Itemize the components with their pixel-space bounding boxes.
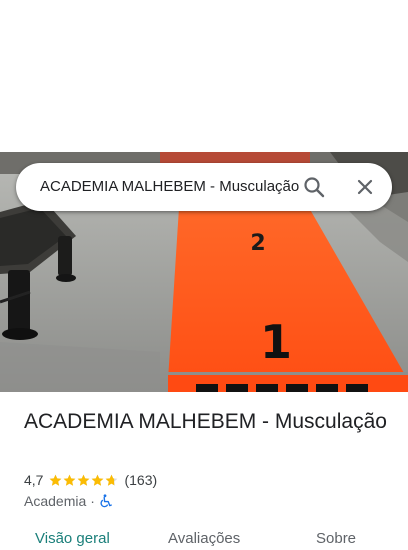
search-input[interactable]: ACADEMIA MALHEBEM - Musculação xyxy=(40,163,304,211)
floor-number-2: 2 xyxy=(250,231,265,256)
floor-number-1: 1 xyxy=(260,315,292,369)
tab-reviews[interactable]: Avaliações xyxy=(168,530,240,547)
rating-value: 4,7 xyxy=(24,472,44,488)
category-row: Academia · xyxy=(24,492,113,510)
search-icon xyxy=(304,177,325,198)
review-count[interactable]: (163) xyxy=(124,472,157,488)
tab-overview[interactable]: Visão geral xyxy=(35,530,110,547)
rating-stars xyxy=(49,474,119,487)
search-button[interactable] xyxy=(298,171,330,203)
separator-dot: · xyxy=(90,493,95,509)
rating-row[interactable]: 4,7 (163) xyxy=(24,471,157,489)
search-bar[interactable]: ACADEMIA MALHEBEM - Musculação xyxy=(16,163,392,211)
place-category[interactable]: Academia xyxy=(24,493,86,509)
star-icon xyxy=(64,474,76,486)
close-icon xyxy=(357,179,373,195)
tab-about[interactable]: Sobre xyxy=(316,530,356,547)
tab-bar: Visão geral Avaliações Sobre xyxy=(0,530,408,550)
wheelchair-icon xyxy=(100,494,112,508)
close-button[interactable] xyxy=(349,171,381,203)
star-icon xyxy=(50,474,62,486)
star-icon xyxy=(78,474,90,486)
map-area[interactable] xyxy=(0,0,408,152)
star-icon xyxy=(106,474,118,486)
star-icon xyxy=(92,474,104,486)
place-title: ACADEMIA MALHEBEM - Musculação xyxy=(24,410,387,433)
